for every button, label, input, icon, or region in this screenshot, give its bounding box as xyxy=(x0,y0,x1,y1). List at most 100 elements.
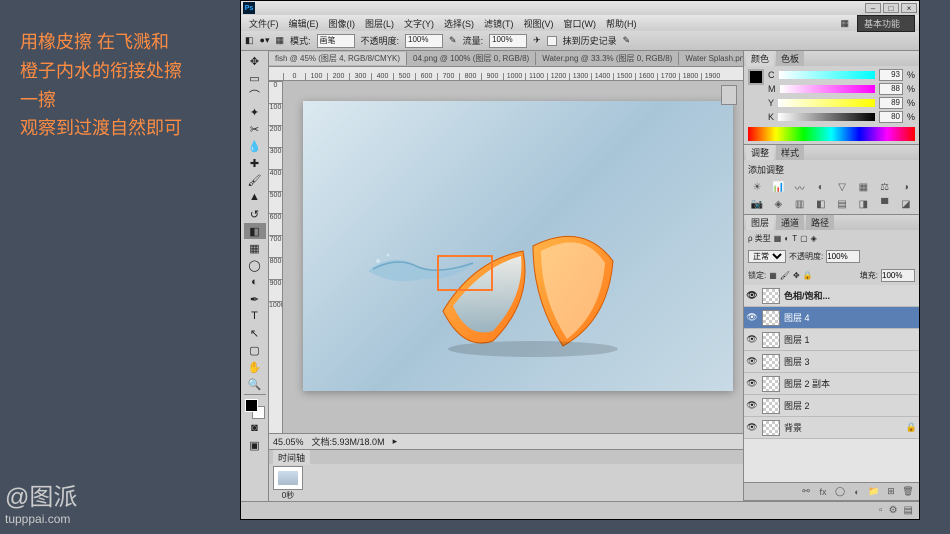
adj-bw-icon[interactable]: ◑ xyxy=(897,180,915,194)
pressure-opacity-icon[interactable]: ✎ xyxy=(449,35,457,46)
k-value[interactable]: 80 xyxy=(879,111,903,123)
swatches-tab[interactable]: 色板 xyxy=(776,51,804,66)
mb-icon[interactable]: ▫ xyxy=(879,505,883,516)
lock-pos-icon[interactable]: ✥ xyxy=(793,271,800,280)
paths-tab[interactable]: 路径 xyxy=(806,215,834,230)
layer-row[interactable]: 👁 图层 3 xyxy=(744,351,919,373)
adj-balance-icon[interactable]: ⚖ xyxy=(876,180,894,194)
pen-tool[interactable]: ✒ xyxy=(244,291,266,307)
new-group-icon[interactable]: 📁 xyxy=(867,486,881,498)
wand-tool[interactable]: ✦ xyxy=(244,104,266,120)
history-brush-tool[interactable]: ↺ xyxy=(244,206,266,222)
canvas-panel-icon[interactable] xyxy=(721,85,737,105)
k-slider[interactable] xyxy=(778,113,875,121)
filter-smart-icon[interactable]: ◈ xyxy=(811,234,817,243)
color-swatch-panel[interactable] xyxy=(748,69,764,85)
m-slider[interactable] xyxy=(780,85,875,93)
adj-selective-icon[interactable]: ◪ xyxy=(897,197,915,211)
visibility-icon[interactable]: 👁 xyxy=(746,400,758,412)
menu-filter[interactable]: 滤镜(T) xyxy=(480,16,518,31)
mode-dropdown[interactable]: 画笔 xyxy=(317,34,355,48)
footer-gear-icon[interactable]: ⚙ xyxy=(889,505,898,516)
lock-pixel-icon[interactable]: 🖌 xyxy=(780,271,790,280)
workspace-dropdown[interactable]: 基本功能 xyxy=(857,15,915,32)
layers-tab[interactable]: 图层 xyxy=(746,215,774,230)
pressure-size-icon[interactable]: ✎ xyxy=(623,35,631,46)
hand-tool[interactable]: ✋ xyxy=(244,359,266,375)
menu-view[interactable]: 视图(V) xyxy=(520,16,558,31)
layer-row[interactable]: 👁 图层 2 副本 xyxy=(744,373,919,395)
color-swatch[interactable] xyxy=(245,399,265,419)
maximize-button[interactable]: □ xyxy=(883,3,899,13)
visibility-icon[interactable]: 👁 xyxy=(746,334,758,346)
adj-vibrance-icon[interactable]: ▽ xyxy=(833,180,851,194)
layer-row[interactable]: 👁 背景 🔒 xyxy=(744,417,919,439)
mask-icon[interactable]: ◯ xyxy=(833,486,847,498)
menu-layer[interactable]: 图层(L) xyxy=(361,16,398,31)
brush-tool[interactable]: 🖌 xyxy=(244,172,266,188)
doc-tab-3[interactable]: Water Splash.png @ 50% (图层 0, RGB/...) xyxy=(679,52,743,65)
gradient-tool[interactable]: ▦ xyxy=(244,240,266,256)
visibility-icon[interactable]: 👁 xyxy=(746,290,758,302)
canvas[interactable] xyxy=(283,81,743,433)
link-layers-icon[interactable]: ⚯ xyxy=(799,486,813,498)
layer-row[interactable]: 👁 色相/饱和... xyxy=(744,285,919,307)
minimize-button[interactable]: – xyxy=(865,3,881,13)
adjust-tab[interactable]: 调整 xyxy=(746,145,774,160)
adj-mixer-icon[interactable]: ◈ xyxy=(769,197,787,211)
frame-thumb[interactable] xyxy=(273,466,303,490)
visibility-icon[interactable]: 👁 xyxy=(746,422,758,434)
filter-type-icon[interactable]: T xyxy=(792,234,797,243)
stamp-tool[interactable]: ▲ xyxy=(244,189,266,205)
doc-tab-0[interactable]: fish @ 45% (图层 4, RGB/8/CMYK) xyxy=(269,52,407,65)
lock-all-icon[interactable]: 🔒 xyxy=(803,271,813,280)
adj-poster-icon[interactable]: ▤ xyxy=(833,197,851,211)
filter-adjust-icon[interactable]: ◐ xyxy=(784,234,789,243)
timeline-tab[interactable]: 时间轴 xyxy=(273,450,310,465)
quickmask-icon[interactable]: ◙ xyxy=(244,420,266,436)
frame-duration[interactable]: 0秒 xyxy=(273,490,303,501)
adj-threshold-icon[interactable]: ◨ xyxy=(854,197,872,211)
crop-tool[interactable]: ✂ xyxy=(244,121,266,137)
shape-tool[interactable]: ▢ xyxy=(244,342,266,358)
menu-type[interactable]: 文字(Y) xyxy=(400,16,438,31)
c-value[interactable]: 93 xyxy=(879,69,903,81)
lasso-tool[interactable]: ⌒ xyxy=(244,87,266,103)
move-tool[interactable]: ✥ xyxy=(244,53,266,69)
dodge-tool[interactable]: ◐ xyxy=(244,274,266,290)
menu-window[interactable]: 窗口(W) xyxy=(560,16,601,31)
type-tool[interactable]: T xyxy=(244,308,266,324)
visibility-icon[interactable]: 👁 xyxy=(746,378,758,390)
m-value[interactable]: 88 xyxy=(879,83,903,95)
footer-collapse-icon[interactable]: ▤ xyxy=(904,505,913,516)
menu-edit[interactable]: 编辑(E) xyxy=(285,16,323,31)
adj-brightness-icon[interactable]: ☀ xyxy=(748,180,766,194)
menu-file[interactable]: 文件(F) xyxy=(245,16,283,31)
csl-icon[interactable]: ▦ xyxy=(836,17,853,30)
layer-row[interactable]: 👁 图层 4 xyxy=(744,307,919,329)
lock-trans-icon[interactable]: ▦ xyxy=(769,271,777,280)
healing-tool[interactable]: ✚ xyxy=(244,155,266,171)
eyedropper-tool[interactable]: 💧 xyxy=(244,138,266,154)
new-adjust-icon[interactable]: ◐ xyxy=(850,486,864,498)
doc-tab-1[interactable]: 04.png @ 100% (图层 0, RGB/8) xyxy=(407,52,536,65)
y-slider[interactable] xyxy=(778,99,875,107)
color-tab[interactable]: 颜色 xyxy=(746,51,774,66)
airbrush-icon[interactable]: ✈ xyxy=(533,35,541,46)
layer-row[interactable]: 👁 图层 1 xyxy=(744,329,919,351)
filter-pixel-icon[interactable]: ▦ xyxy=(774,234,782,243)
zoom-display[interactable]: 45.05% xyxy=(273,437,304,447)
delete-layer-icon[interactable]: 🗑 xyxy=(901,486,915,498)
c-slider[interactable] xyxy=(779,71,875,79)
doc-tab-2[interactable]: Water.png @ 33.3% (图层 0, RGB/8) xyxy=(536,52,679,65)
screenmode-icon[interactable]: ▣ xyxy=(244,437,266,453)
styles-tab[interactable]: 样式 xyxy=(776,145,804,160)
adj-levels-icon[interactable]: 📊 xyxy=(769,180,787,194)
erase-history-checkbox[interactable] xyxy=(547,36,557,46)
color-spectrum[interactable] xyxy=(748,127,915,141)
close-button[interactable]: × xyxy=(901,3,917,13)
fx-icon[interactable]: fx xyxy=(816,486,830,498)
path-tool[interactable]: ↖ xyxy=(244,325,266,341)
eraser-tool[interactable]: ◧ xyxy=(244,223,266,239)
brush-panel-icon[interactable]: ▦ xyxy=(275,35,284,46)
